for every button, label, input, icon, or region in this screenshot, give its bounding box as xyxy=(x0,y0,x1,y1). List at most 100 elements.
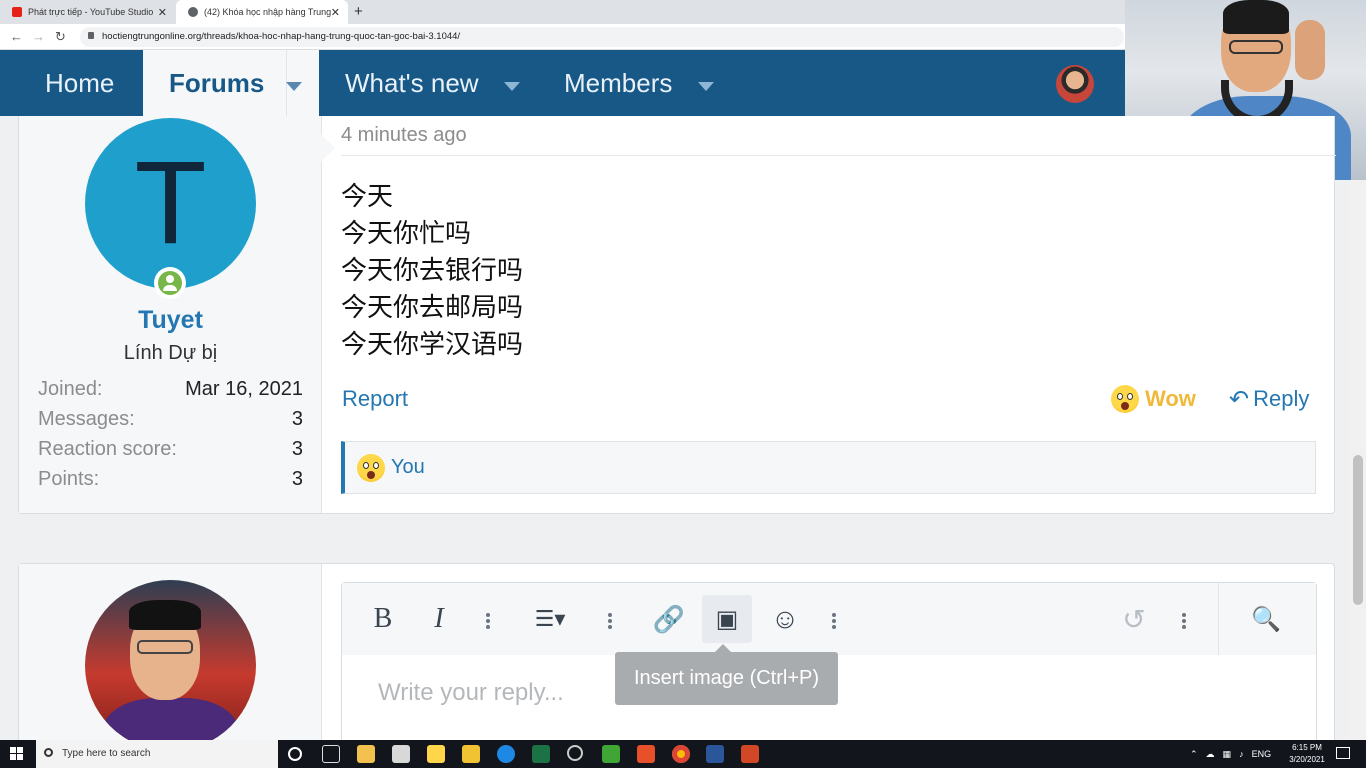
report-link[interactable]: Report xyxy=(342,386,408,412)
online-user-icon-body xyxy=(163,285,177,291)
wow-emoji-icon xyxy=(357,453,385,482)
more-options-icon[interactable] xyxy=(1182,613,1186,629)
stat-label: Points: xyxy=(38,468,100,490)
stat-label: Joined: xyxy=(38,378,103,400)
stat-joined: Joined: Mar 16, 2021 xyxy=(38,378,303,408)
user-avatar[interactable]: T xyxy=(85,118,256,289)
wow-label: Wow xyxy=(1145,386,1196,411)
word-icon[interactable] xyxy=(706,745,724,763)
notifications-icon[interactable] xyxy=(1336,747,1350,759)
back-icon[interactable]: ← xyxy=(10,29,23,44)
chrome-icon[interactable] xyxy=(672,745,690,763)
link-icon[interactable]: 🔗 xyxy=(652,603,686,635)
editor-toolbar: B I ☰▾ 🔗 ▣ ☺ ↺ 🔍 xyxy=(342,583,1316,655)
toolbar-divider xyxy=(1218,583,1219,655)
obs-icon[interactable] xyxy=(567,745,583,761)
more-insert-options-icon[interactable] xyxy=(832,613,836,629)
stat-value[interactable]: 3 xyxy=(292,408,303,431)
scrollbar-thumb[interactable] xyxy=(1353,455,1363,605)
post-timestamp[interactable]: 4 minutes ago xyxy=(341,124,467,147)
message-line: 今天你去银行吗 xyxy=(341,256,524,286)
preview-icon[interactable]: 🔍 xyxy=(1248,603,1284,635)
close-tab-icon[interactable]: ✕ xyxy=(331,6,340,19)
whats-new-chevron-down-icon[interactable] xyxy=(504,82,520,91)
new-tab-button[interactable]: + xyxy=(354,3,363,20)
smiley-icon[interactable]: ☺ xyxy=(768,603,802,635)
italic-button[interactable]: I xyxy=(424,603,454,635)
online-user-icon-head xyxy=(166,275,174,283)
tab-title: Phát trực tiếp - YouTube Studio xyxy=(28,7,154,17)
undo-icon[interactable]: ↺ xyxy=(1117,603,1151,635)
message-pointer xyxy=(321,134,335,162)
nav-home[interactable]: Home xyxy=(45,50,114,116)
volume-icon[interactable]: ♪ xyxy=(1239,749,1244,759)
stat-messages: Messages: 3 xyxy=(38,408,303,438)
camtasia-icon[interactable] xyxy=(602,745,620,763)
image-icon[interactable]: ▣ xyxy=(710,603,744,635)
stat-label: Reaction score: xyxy=(38,438,177,460)
system-tray: ⌃ ☁ ▦ ♪ ENG xyxy=(1190,740,1271,768)
excel-icon[interactable] xyxy=(532,745,550,763)
account-avatar[interactable] xyxy=(1056,65,1094,103)
reply-button[interactable]: ↶ Reply xyxy=(1229,384,1309,414)
my-avatar[interactable] xyxy=(85,580,256,751)
message-line: 今天 xyxy=(341,182,394,212)
stat-value[interactable]: 3 xyxy=(292,468,303,491)
store-icon[interactable] xyxy=(357,745,375,763)
stat-label: Messages: xyxy=(38,408,135,430)
tooltip-pointer xyxy=(715,644,731,652)
language-indicator[interactable]: ENG xyxy=(1252,749,1272,759)
members-chevron-down-icon[interactable] xyxy=(698,82,714,91)
mail-icon[interactable] xyxy=(392,745,410,763)
nav-whats-new[interactable]: What's new xyxy=(345,50,479,116)
post-username[interactable]: Tuyet xyxy=(19,306,322,335)
url-field[interactable]: hoctiengtrungonline.org/threads/khoa-hoc… xyxy=(80,27,1124,47)
webcam-person-glasses xyxy=(1229,40,1283,54)
clock-date: 3/20/2021 xyxy=(1289,755,1325,764)
wow-reaction-button[interactable]: Wow xyxy=(1111,384,1196,414)
more-text-options-icon[interactable] xyxy=(486,613,490,629)
nav-members[interactable]: Members xyxy=(564,50,672,116)
show-hidden-icons-icon[interactable]: ⌃ xyxy=(1190,749,1198,760)
message-line: 今天你去邮局吗 xyxy=(341,293,524,323)
list-dropdown-button[interactable]: ☰▾ xyxy=(524,603,576,635)
recorder-icon[interactable] xyxy=(637,745,655,763)
avatar-person-glasses xyxy=(137,640,193,654)
close-tab-icon[interactable]: ✕ xyxy=(158,6,167,19)
bold-button[interactable]: B xyxy=(368,603,398,635)
more-paragraph-options-icon[interactable] xyxy=(608,613,612,629)
edge-icon[interactable] xyxy=(497,745,515,763)
task-view-icon[interactable] xyxy=(322,745,340,763)
browser-tab-forum[interactable]: (42) Khóa học nhập hàng Trung ✕ xyxy=(176,0,348,24)
stat-value: Mar 16, 2021 xyxy=(185,378,303,400)
cortana-icon[interactable] xyxy=(288,747,302,761)
reactions-bar[interactable]: You xyxy=(341,441,1316,494)
reload-icon[interactable]: ↻ xyxy=(55,29,66,45)
taskbar-clock[interactable]: 6:15 PM 3/20/2021 xyxy=(1284,742,1330,766)
powerpoint-icon[interactable] xyxy=(741,745,759,763)
file-explorer-icon[interactable] xyxy=(462,745,480,763)
webcam-person-hand xyxy=(1295,20,1325,80)
webcam-person-hair xyxy=(1223,0,1289,34)
forums-chevron-down-icon[interactable] xyxy=(286,82,302,91)
message-line: 今天你学汉语吗 xyxy=(341,330,524,360)
globe-icon xyxy=(188,7,198,17)
stat-points: Points: 3 xyxy=(38,468,303,498)
reply-input[interactable]: Write your reply... xyxy=(378,679,564,707)
tab-title: (42) Khóa học nhập hàng Trung xyxy=(204,7,332,17)
stat-reaction-score: Reaction score: 3 xyxy=(38,438,303,468)
divider xyxy=(341,155,1336,156)
user-title: Lính Dự bị xyxy=(123,342,218,364)
reactions-by-label[interactable]: You xyxy=(391,456,425,479)
windows-start-icon[interactable] xyxy=(10,747,24,761)
network-icon[interactable]: ▦ xyxy=(1223,749,1232,760)
reply-user-info xyxy=(19,564,322,764)
message-line: 今天你忙吗 xyxy=(341,219,472,249)
browser-tab-youtube-studio[interactable]: Phát trực tiếp - YouTube Studio ✕ xyxy=(0,0,175,24)
app-icon[interactable] xyxy=(427,745,445,763)
onedrive-icon[interactable]: ☁ xyxy=(1206,749,1215,760)
taskbar-search-box[interactable]: Type here to search xyxy=(36,740,278,768)
forward-icon[interactable]: → xyxy=(32,29,45,44)
stat-value: 3 xyxy=(291,438,303,460)
youtube-icon xyxy=(12,7,22,17)
